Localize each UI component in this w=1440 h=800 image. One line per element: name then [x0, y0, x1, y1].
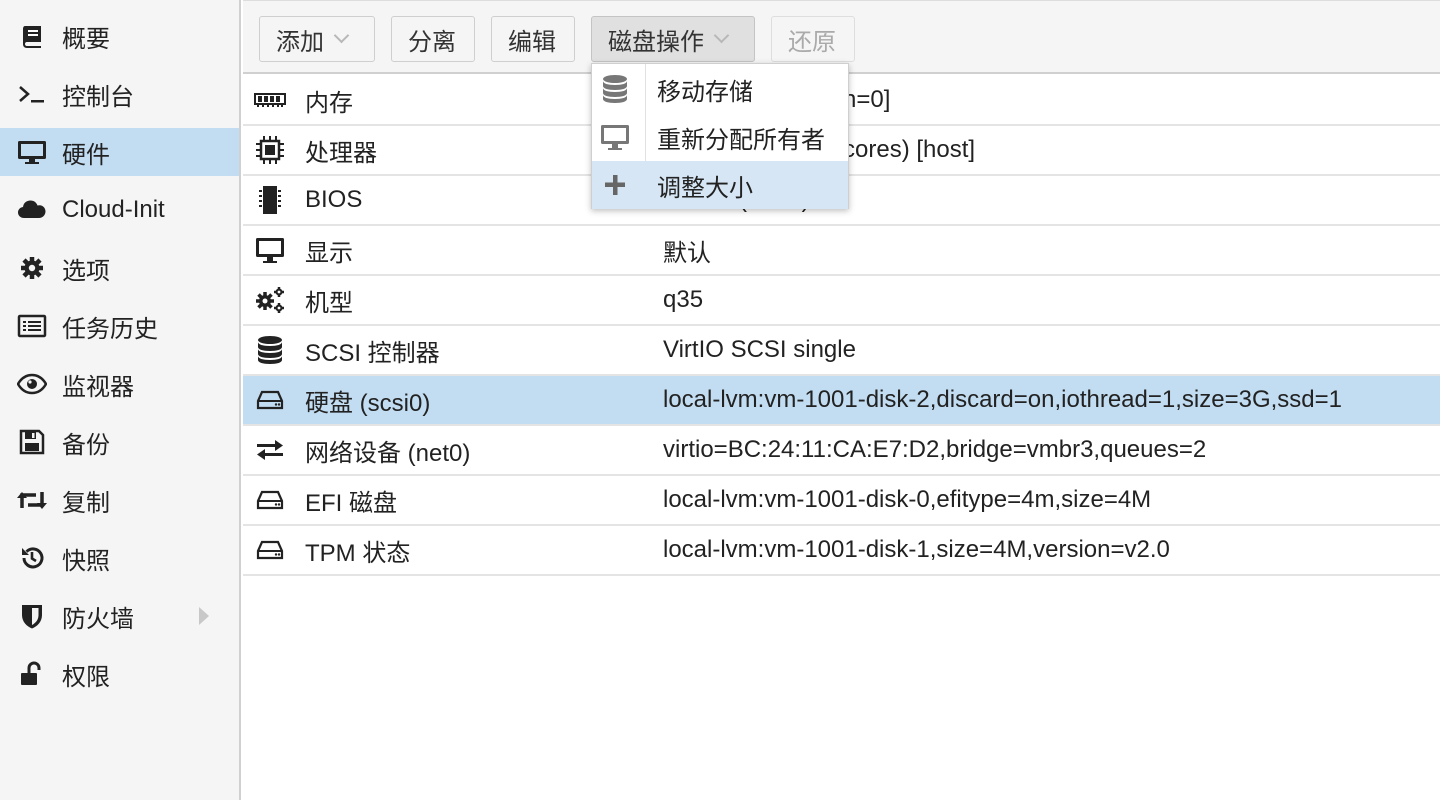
menu-item-label: 移动存储	[657, 78, 753, 106]
disk-action-button-label: 磁盘操作	[608, 28, 704, 56]
row-value: local-lvm:vm-1001-disk-2,discard=on,ioth…	[663, 386, 1342, 413]
gear-icon	[0, 255, 62, 281]
row-value: q35	[663, 286, 704, 313]
monitor-icon	[0, 139, 62, 165]
table-row[interactable]: 机型 q35	[243, 276, 1440, 326]
sidebar-item-label: 备份	[62, 431, 110, 459]
row-name: BIOS	[305, 186, 363, 213]
sidebar-item-snapshot[interactable]: 快照	[0, 534, 239, 582]
disk-action-menu: 移动存储 重新分配所有者 调整大小	[591, 63, 849, 209]
chevron-down-icon	[333, 27, 350, 43]
table-row[interactable]: SCSI 控制器 VirtIO SCSI single	[243, 326, 1440, 376]
sidebar-item-label: 任务历史	[62, 315, 158, 343]
row-name: TPM 状态	[305, 539, 411, 567]
sidebar-item-monitor[interactable]: 监视器	[0, 360, 239, 408]
shield-icon	[0, 602, 62, 630]
row-name: SCSI 控制器	[305, 339, 440, 367]
row-value: local-lvm:vm-1001-disk-0,efitype=4m,size…	[663, 486, 1152, 513]
hdd-icon	[243, 489, 297, 511]
expand-arrow-icon[interactable]	[199, 607, 209, 625]
terminal-icon	[0, 82, 62, 106]
cogs-icon	[243, 286, 297, 314]
sidebar-item-summary[interactable]: 概要	[0, 12, 239, 60]
revert-button[interactable]: 还原	[771, 16, 855, 62]
cpu-icon	[243, 135, 297, 165]
sidebar-item-firewall[interactable]: 防火墙	[0, 592, 239, 640]
sidebar-item-backup[interactable]: 备份	[0, 418, 239, 466]
table-row[interactable]: TPM 状态 local-lvm:vm-1001-disk-1,size=4M,…	[243, 526, 1440, 576]
sidebar-item-console[interactable]: 控制台	[0, 70, 239, 118]
sidebar-item-label: 监视器	[62, 373, 134, 401]
row-value: 默认	[663, 239, 711, 267]
floppy-icon	[0, 429, 62, 455]
sidebar-item-label: 权限	[62, 663, 110, 691]
row-value: virtio=BC:24:11:CA:E7:D2,bridge=vmbr3,qu…	[663, 436, 1207, 463]
database-icon	[243, 335, 297, 365]
detach-button-label: 分离	[408, 28, 456, 56]
menu-item-label: 调整大小	[657, 174, 753, 202]
exchange-icon	[243, 438, 297, 462]
sidebar-item-label: 复制	[62, 489, 110, 517]
sidebar-item-options[interactable]: 选项	[0, 244, 239, 292]
desktop-icon	[592, 123, 636, 151]
menu-item-label: 重新分配所有者	[657, 126, 825, 154]
cloud-icon	[0, 198, 62, 222]
row-name: 处理器	[305, 139, 377, 167]
sidebar-item-label: 选项	[62, 257, 110, 285]
menu-item-resize[interactable]: 调整大小	[592, 161, 848, 209]
sidebar-item-label: 快照	[62, 547, 110, 575]
row-value: local-lvm:vm-1001-disk-1,size=4M,version…	[663, 536, 1170, 563]
chevron-down-icon	[713, 27, 730, 43]
sidebar-item-label: Cloud-Init	[62, 196, 165, 223]
disk-action-button[interactable]: 磁盘操作	[591, 16, 755, 62]
desktop-icon	[243, 236, 297, 264]
row-name: 硬盘 (scsi0)	[305, 389, 431, 417]
table-row[interactable]: 硬盘 (scsi0) local-lvm:vm-1001-disk-2,disc…	[243, 376, 1440, 426]
detach-button[interactable]: 分离	[391, 16, 475, 62]
row-name: 内存	[305, 89, 353, 117]
book-icon	[0, 23, 62, 49]
row-name: 网络设备 (net0)	[305, 439, 471, 467]
database-icon	[592, 74, 636, 104]
add-button[interactable]: 添加	[259, 16, 375, 62]
sidebar-item-label: 控制台	[62, 83, 134, 111]
memory-icon	[243, 90, 297, 110]
row-name: 机型	[305, 289, 353, 317]
edit-button[interactable]: 编辑	[491, 16, 575, 62]
sidebar-item-permissions[interactable]: 权限	[0, 650, 239, 698]
microchip-icon	[243, 185, 297, 215]
retweet-icon	[0, 488, 62, 512]
hdd-icon	[243, 389, 297, 411]
hdd-icon	[243, 539, 297, 561]
row-name: EFI 磁盘	[305, 489, 398, 517]
sidebar-item-task-history[interactable]: 任务历史	[0, 302, 239, 350]
sidebar-item-replication[interactable]: 复制	[0, 476, 239, 524]
menu-item-move-storage[interactable]: 移动存储	[592, 65, 848, 113]
sidebar-item-cloud-init[interactable]: Cloud-Init	[0, 186, 239, 234]
plus-icon	[592, 173, 636, 197]
menu-item-reassign-owner[interactable]: 重新分配所有者	[592, 113, 848, 161]
table-row[interactable]: EFI 磁盘 local-lvm:vm-1001-disk-0,efitype=…	[243, 476, 1440, 526]
table-row[interactable]: 网络设备 (net0) virtio=BC:24:11:CA:E7:D2,bri…	[243, 426, 1440, 476]
edit-button-label: 编辑	[508, 28, 556, 56]
history-icon	[0, 545, 62, 571]
list-icon	[0, 314, 62, 338]
unlock-icon	[0, 661, 62, 687]
row-value: n=0]	[843, 86, 891, 113]
row-value: VirtIO SCSI single	[663, 336, 856, 363]
row-value: cores) [host]	[843, 136, 976, 163]
sidebar-item-hardware[interactable]: 硬件	[0, 128, 239, 176]
add-button-label: 添加	[276, 28, 324, 56]
sidebar-item-label: 防火墙	[62, 605, 134, 633]
row-name: 显示	[305, 239, 353, 267]
sidebar-item-label: 硬件	[62, 141, 110, 169]
eye-icon	[0, 373, 62, 395]
table-row[interactable]: 显示 默认	[243, 226, 1440, 276]
sidebar: 概要 控制台 硬件 Cloud-Init 选项 任务历史 监视器 备份 复制 快…	[0, 0, 241, 800]
revert-button-label: 还原	[788, 28, 836, 56]
sidebar-item-label: 概要	[62, 25, 110, 53]
